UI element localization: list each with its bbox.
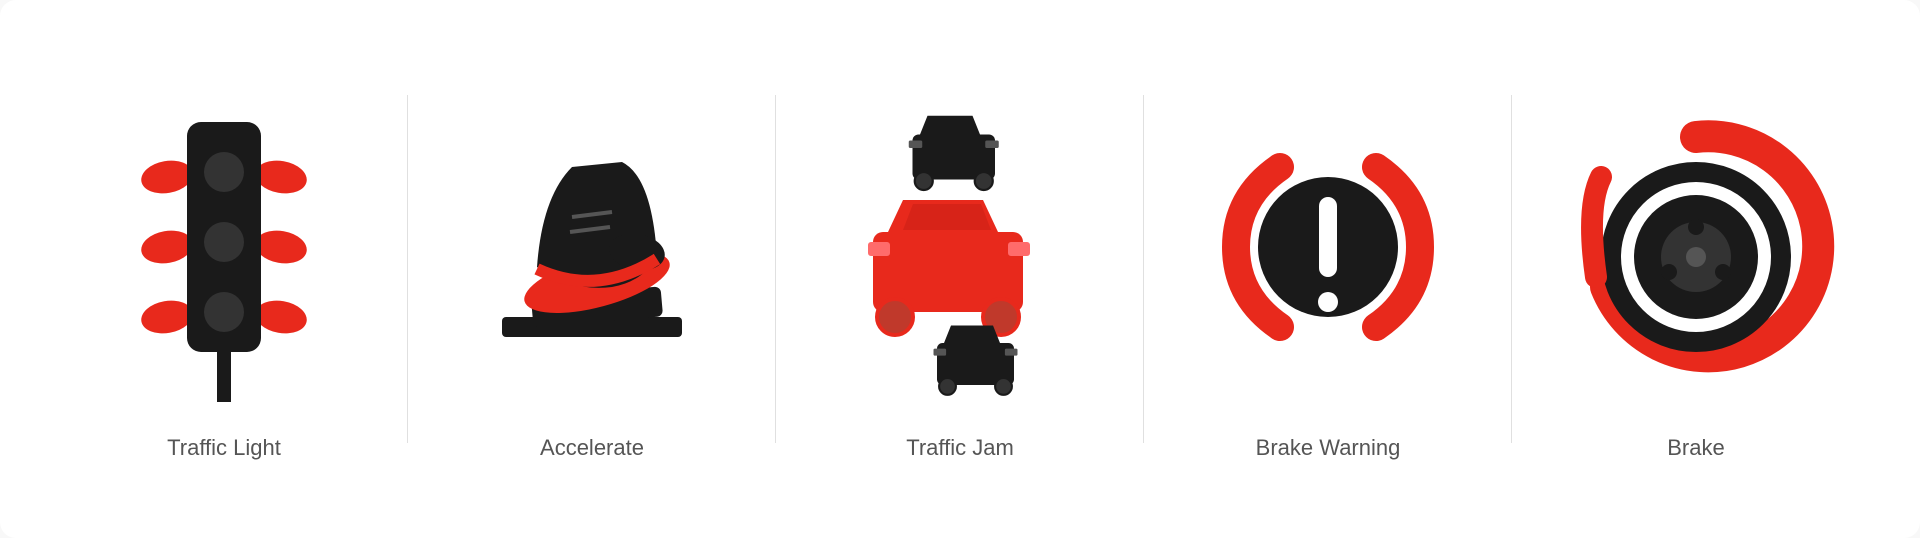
icon-card-traffic-jam: Traffic Jam (776, 20, 1144, 518)
accelerate-label: Accelerate (540, 435, 644, 461)
icon-area-traffic-jam (850, 77, 1070, 417)
brake-warning-icon (1208, 117, 1448, 377)
icons-container: Traffic Light Accelerate (0, 0, 1920, 538)
traffic-light-icon (139, 92, 309, 402)
traffic-light-label: Traffic Light (167, 435, 281, 461)
icon-card-brake-warning: Brake Warning (1144, 20, 1512, 518)
accelerate-icon (482, 97, 702, 397)
icon-card-brake: Brake (1512, 20, 1880, 518)
traffic-jam-label: Traffic Jam (906, 435, 1014, 461)
icon-card-traffic-light: Traffic Light (40, 20, 408, 518)
icon-area-traffic-light (114, 77, 334, 417)
icon-area-accelerate (482, 77, 702, 417)
brake-label: Brake (1667, 435, 1724, 461)
icon-area-brake (1586, 77, 1806, 417)
brake-warning-label: Brake Warning (1256, 435, 1401, 461)
icon-area-brake-warning (1218, 77, 1438, 417)
icon-card-accelerate: Accelerate (408, 20, 776, 518)
traffic-jam-icon (845, 92, 1075, 402)
brake-icon (1576, 117, 1816, 377)
